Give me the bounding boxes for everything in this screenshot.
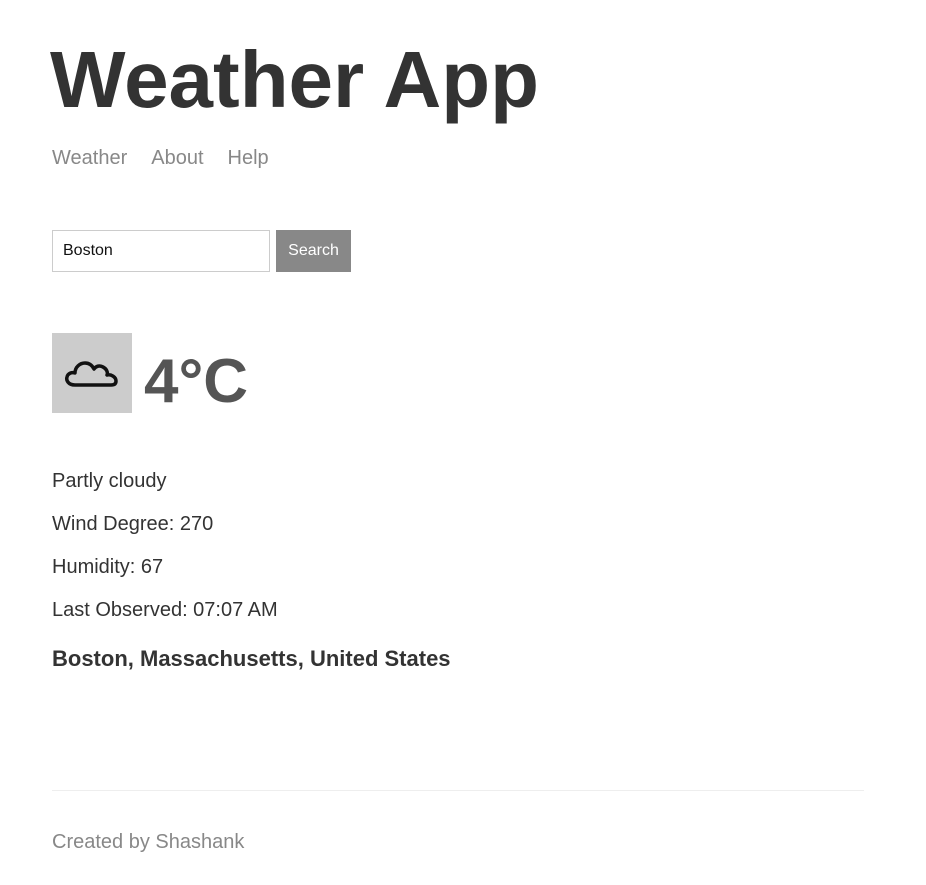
temperature-reading: 4°C bbox=[144, 347, 249, 416]
humidity: Humidity: 67 bbox=[52, 556, 164, 578]
footer-divider bbox=[52, 790, 864, 791]
location-name: Boston, Massachusetts, United States bbox=[52, 646, 451, 671]
nav-item-about[interactable]: About bbox=[151, 145, 203, 171]
footer-credit: Created by Shashank bbox=[52, 831, 245, 853]
app-title: Weather App bbox=[50, 35, 539, 124]
main-nav: Weather About Help bbox=[52, 145, 269, 171]
last-observed: Last Observed: 07:07 AM bbox=[52, 599, 278, 621]
weather-icon-box bbox=[52, 333, 132, 413]
cloud-icon bbox=[65, 361, 118, 387]
location-search-input[interactable] bbox=[52, 230, 270, 272]
wind-degree: Wind Degree: 270 bbox=[52, 513, 214, 535]
nav-item-weather[interactable]: Weather bbox=[52, 145, 127, 171]
weather-description: Partly cloudy bbox=[52, 470, 167, 492]
nav-item-help[interactable]: Help bbox=[228, 145, 269, 171]
search-form: Search bbox=[52, 230, 351, 272]
search-button[interactable]: Search bbox=[276, 230, 351, 272]
